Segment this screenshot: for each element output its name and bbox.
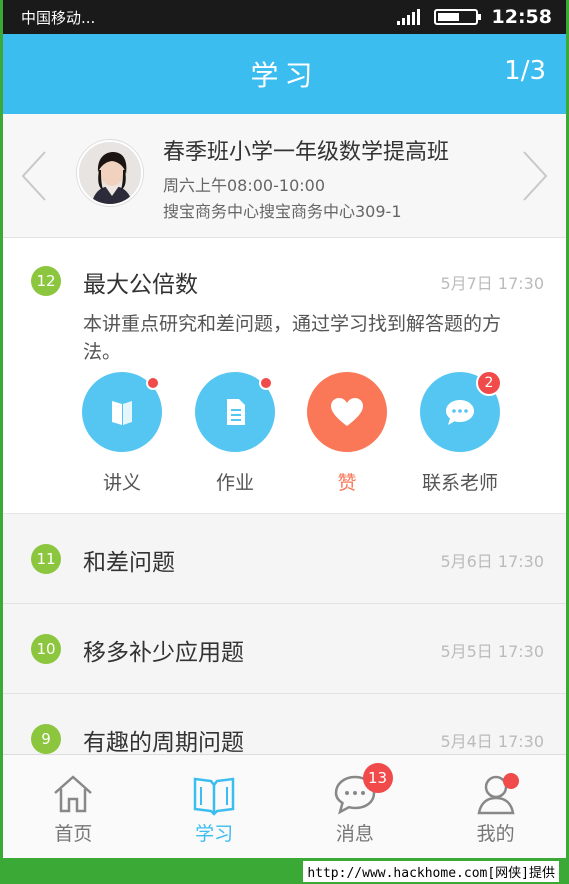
watermark-credit: http://www.hackhome.com[网侠]提供 [303, 860, 559, 882]
status-right: 12:58 [396, 6, 552, 28]
lesson-date: 5月5日 17:30 [440, 642, 544, 661]
tab-study[interactable]: 学习 [144, 755, 285, 858]
homework-button[interactable]: 作业 [190, 372, 280, 495]
contact-badge: 2 [476, 370, 502, 396]
like-circle[interactable] [307, 372, 387, 452]
handout-button[interactable]: 讲义 [77, 372, 167, 495]
like-label: 赞 [337, 472, 357, 494]
lesson-number-badge: 9 [31, 724, 61, 754]
homework-label: 作业 [215, 472, 254, 494]
homework-circle[interactable] [195, 372, 275, 452]
tab-label: 首页 [54, 823, 93, 845]
document-icon [227, 399, 245, 425]
like-button[interactable]: 赞 [302, 372, 392, 495]
tab-label: 我的 [476, 823, 515, 845]
lesson-description: 本讲重点研究和差问题，通过学习找到解答题的方法。 [83, 313, 502, 363]
notification-dot [259, 376, 273, 390]
lesson-date: 5月6日 17:30 [440, 552, 544, 571]
home-icon [54, 775, 93, 813]
contact-teacher-label: 联系老师 [421, 472, 498, 494]
title-bar: 学习 1/3 [3, 34, 566, 114]
chat-icon [446, 400, 474, 425]
carrier-label: 中国移动... [21, 8, 96, 27]
lesson-title: 移多补少应用题 [83, 640, 244, 666]
class-info: 春季班小学一年级数学提高班 周六上午08:00-10:00 搜宝商务中心搜宝商务… [163, 134, 449, 222]
handout-label: 讲义 [102, 472, 141, 494]
handout-circle[interactable] [82, 372, 162, 452]
tab-home[interactable]: 首页 [3, 755, 144, 858]
lesson-row[interactable]: 10 移多补少应用题 5月5日 17:30 [3, 604, 566, 694]
lesson-date: 5月4日 17:30 [440, 732, 544, 751]
contact-circle[interactable]: 2 [420, 370, 502, 452]
tab-label: 学习 [195, 823, 234, 845]
tab-label: 消息 [335, 823, 374, 845]
tab-messages[interactable]: 13 消息 [285, 755, 426, 858]
page-indicator: 1/3 [504, 56, 546, 86]
status-time: 12:58 [491, 6, 552, 28]
current-lesson-card[interactable]: 12 最大公倍数 5月7日 17:30 本讲重点研究和差问题，通过学习找到解答题… [3, 238, 566, 514]
class-name: 春季班小学一年级数学提高班 [163, 140, 450, 165]
lesson-row[interactable]: 11 和差问题 5月6日 17:30 [3, 514, 566, 604]
tab-me[interactable]: 我的 [425, 755, 566, 858]
teacher-avatar [77, 140, 143, 206]
watermark-footer: http://www.hackhome.com[网侠]提供 [0, 858, 569, 884]
message-count-badge: 13 [362, 763, 393, 793]
lesson-date: 5月7日 17:30 [440, 274, 544, 293]
bottom-tab-bar: 首页 学习 13 消息 我的 [3, 754, 566, 858]
lesson-number-badge: 11 [31, 544, 61, 574]
contact-teacher-button[interactable]: 2 联系老师 [415, 370, 505, 495]
notification-dot [146, 376, 160, 390]
signal-icon [396, 9, 420, 25]
chevron-right-icon[interactable] [520, 148, 550, 204]
phone-screen: 中国移动... 12:58 学习 1/3 春季班小学一年级数学提高班 周六上午0… [0, 0, 569, 858]
lesson-number-badge: 12 [31, 266, 61, 296]
lesson-title: 最大公倍数 [83, 272, 198, 298]
open-book-icon [193, 777, 235, 816]
lesson-number-badge: 10 [31, 634, 61, 664]
status-bar: 中国移动... 12:58 [3, 0, 566, 34]
heart-icon [331, 398, 363, 426]
lesson-title: 有趣的周期问题 [83, 730, 244, 756]
class-address: 搜宝商务中心搜宝商务中心309-1 [163, 202, 402, 221]
chevron-left-icon[interactable] [19, 148, 49, 204]
class-schedule: 周六上午08:00-10:00 [163, 176, 325, 195]
book-icon [112, 401, 132, 425]
lesson-title: 和差问题 [83, 550, 175, 576]
class-card[interactable]: 春季班小学一年级数学提高班 周六上午08:00-10:00 搜宝商务中心搜宝商务… [3, 114, 566, 238]
page-title: 学习 [250, 59, 319, 92]
battery-icon [433, 9, 481, 25]
